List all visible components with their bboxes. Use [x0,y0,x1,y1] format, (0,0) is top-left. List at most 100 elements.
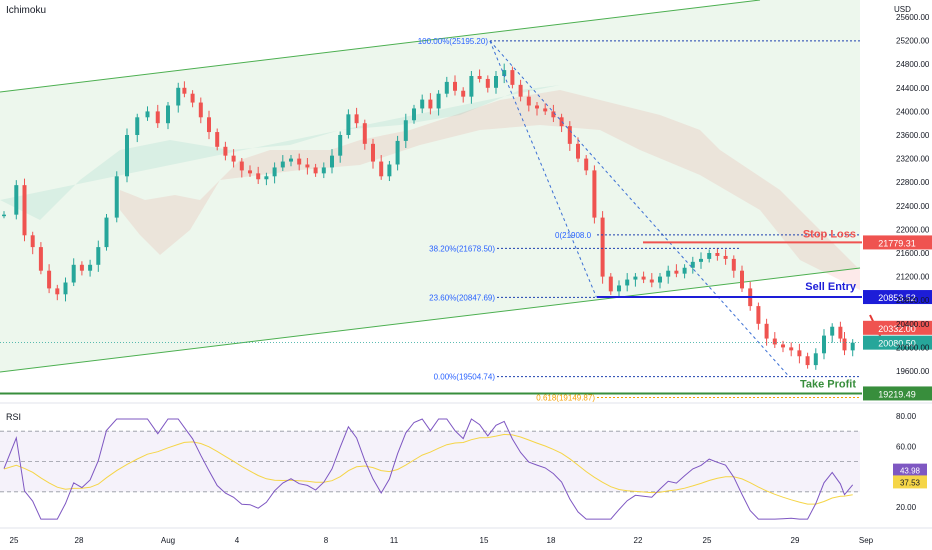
candle-body [387,164,392,177]
price-tick-label: 22400.00 [896,202,930,211]
candle-body [338,135,343,156]
candle-body [781,344,785,348]
candle-body [145,111,150,118]
time-tick-label: 28 [75,536,84,545]
price-tick-label: 20800.00 [896,296,930,305]
candle [842,332,847,356]
sell-entry-label: Sell Entry [805,281,857,293]
candle-body [297,158,302,165]
rsi-tick-label: 20.00 [896,503,917,512]
candle-body [543,108,548,112]
candle [822,329,826,360]
price-tick-label: 23200.00 [896,155,930,164]
fib-ext-label: 0.618(19149.87) [536,394,595,403]
candle-body [155,111,160,124]
candle-body [535,105,539,109]
candle [104,214,109,251]
candle-body [830,326,835,336]
candle-body [248,170,252,174]
fib-level-label: 38.20%(21678.50) [429,244,495,253]
candle-body [114,176,119,218]
chart-canvas[interactable]: 100.00%(25195.20) 38.20%(21678.50) 23.60%(… [0,0,932,550]
candle-body [420,99,425,109]
candle-body [608,276,613,292]
indicator-label: Ichimoku [6,5,46,16]
candle [600,211,605,284]
candle-body [592,170,597,218]
candle-body [395,140,400,165]
rsi-ma-text: 37.53 [900,478,921,487]
candle [756,302,761,330]
candle-body [797,350,802,357]
candle-body [740,270,744,289]
candle-body [280,161,285,168]
candle-body [22,185,27,236]
time-tick-label: 25 [10,536,19,545]
candle-body [633,276,638,280]
price-tick-label: 22800.00 [896,178,930,187]
candle-body [96,247,101,265]
candle-body [264,176,269,180]
time-tick-label: Aug [161,536,175,545]
candle-body [166,105,170,124]
candle [805,352,810,369]
candle-body [289,158,293,162]
price-tick-label: 19600.00 [896,367,930,376]
candle [838,321,843,343]
price-tick-label: 24000.00 [896,107,930,116]
candle-body [14,185,19,215]
price-tick-label: 23600.00 [896,131,930,140]
candle-body [772,338,777,345]
candle [764,318,769,346]
price-tick-label: 24400.00 [896,84,930,93]
candle-body [822,335,826,354]
candle-body [125,135,129,177]
candle [22,178,27,242]
candle-body [715,253,720,256]
candle-body [731,258,736,271]
price-tick-label: 25200.00 [896,37,930,46]
take-profit-price-text: 19219.49 [878,389,916,399]
candle-body [71,264,76,283]
candle-body [436,93,441,109]
candle-body [135,117,140,135]
candle-body [256,173,261,180]
candle-body [47,270,52,289]
trading-chart[interactable]: 100.00%(25195.20) 38.20%(21678.50) 23.60%(… [0,0,932,550]
stop-loss-price-text: 21779.31 [878,238,916,248]
candle-body [354,114,359,124]
channel-fill [0,0,860,372]
candle [797,343,802,364]
candle-body [79,264,84,271]
time-tick-label: 15 [480,536,489,545]
candle-body [510,70,515,85]
candle-body [198,102,203,118]
candle-body [272,167,277,177]
candle-body [379,161,384,177]
candle-body [850,342,855,351]
candle [813,348,818,370]
candle-body [231,155,236,162]
price-tick-label: 25600.00 [896,13,930,22]
candle-body [477,76,482,79]
candle-body [723,255,728,259]
candle-body [362,123,367,144]
candle-body [494,76,498,88]
candle-body [842,338,847,351]
candle-body [403,120,408,141]
fib-level-label: 0.00%(19504.74) [434,373,496,382]
candle-body [666,270,671,277]
price-tick-label: 20400.00 [896,320,930,329]
candle-body [2,214,6,217]
candle-body [764,323,769,339]
candle-body [305,164,310,168]
candle-body [813,353,818,366]
candle-body [461,90,466,97]
stop-loss-label: Stop Loss [803,228,856,240]
candle-body [658,276,662,283]
fib-small-label: 0(21908.0 [555,231,592,240]
candle [850,339,855,357]
candle-body [428,99,433,109]
candle [114,171,119,223]
time-tick-label: 8 [324,536,329,545]
